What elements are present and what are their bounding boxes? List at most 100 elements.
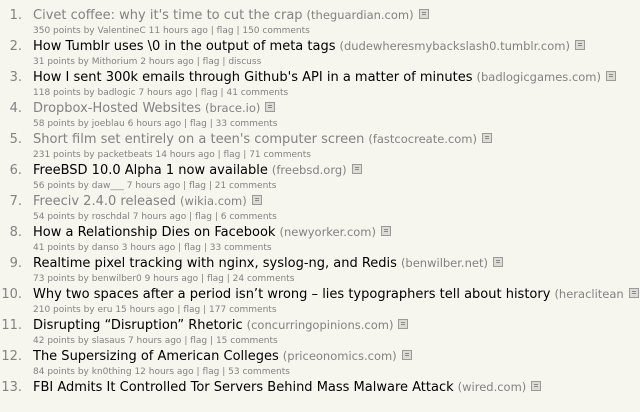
story-title-link[interactable]: How I sent 300k emails through Github's … [33, 70, 473, 85]
external-link-icon[interactable] [381, 226, 391, 236]
story-by-label: by [83, 26, 95, 36]
story-subtext: 350 points by ValentineC 11 hours ago | … [33, 26, 310, 36]
story-title-line: How a Relationship Dies on Facebook (newy… [33, 225, 391, 240]
story-title-link[interactable]: Dropbox-Hosted Websites [33, 101, 201, 116]
story-title-link[interactable]: FreeBSD 10.0 Alpha 1 now available [33, 163, 268, 178]
story-domain: (newyorker.com) [279, 225, 376, 239]
story-row: 1. Civet coffee: why it's time to cut th… [0, 8, 640, 40]
external-link-icon[interactable] [531, 381, 542, 391]
story-rank: 4. [9, 101, 22, 116]
story-by-label: by [77, 181, 89, 191]
story-subtext: 56 points by daw___ 7 hours ago | flag |… [33, 181, 277, 191]
story-user-link[interactable]: joeblau [92, 119, 125, 129]
story-title-link[interactable]: FBI Admits It Controlled Tor Servers Beh… [33, 380, 454, 395]
story-points: 41 points [33, 243, 75, 253]
story-comments-link[interactable]: 21 comments [215, 181, 277, 191]
story-title-link[interactable]: Why two spaces after a period isn’t wron… [33, 287, 550, 302]
story-comments-link[interactable]: 33 comments [210, 243, 272, 253]
story-user-link[interactable]: Mithorium [92, 57, 138, 67]
story-comments-link[interactable]: 177 comments [209, 305, 277, 315]
story-user-link[interactable]: benwilber0 [92, 274, 142, 284]
story-title-link[interactable]: How a Relationship Dies on Facebook [33, 225, 275, 240]
story-title-link[interactable]: The Supersizing of American Colleges [33, 349, 279, 364]
story-user-link[interactable]: kn0thing [92, 367, 132, 377]
story-flag-link[interactable]: flag [207, 274, 224, 284]
story-row: 10. Why two spaces after a period isn’t … [0, 287, 640, 319]
story-flag-link[interactable]: flag [190, 336, 207, 346]
story-user-link[interactable]: packetbeats [97, 150, 152, 160]
external-link-icon[interactable] [351, 164, 362, 174]
external-link-icon[interactable] [574, 40, 585, 50]
story-flag-link[interactable]: flag [201, 88, 218, 98]
story-title-link[interactable]: Freeciv 2.4.0 released [33, 194, 176, 209]
story-age-link[interactable]: 7 hours ago [138, 88, 192, 98]
story-comments-link[interactable]: discuss [228, 57, 261, 67]
story-flag-link[interactable]: flag [217, 26, 234, 36]
story-domain: (wired.com) [457, 380, 527, 394]
story-flag-link[interactable]: flag [184, 243, 201, 253]
story-rank: 12. [1, 349, 22, 364]
story-comments-link[interactable]: 71 comments [249, 150, 311, 160]
story-user-link[interactable]: danso [92, 243, 119, 253]
external-link-icon[interactable] [251, 195, 262, 205]
story-row: 6. FreeBSD 10.0 Alpha 1 now available (fr… [0, 163, 640, 195]
story-user-link[interactable]: eru [97, 305, 112, 315]
story-title-link[interactable]: Disrupting “Disruption” Rhetoric [33, 318, 243, 333]
story-flag-link[interactable]: flag [224, 150, 241, 160]
story-age-link[interactable]: 6 hours ago [128, 119, 182, 129]
external-link-icon[interactable] [401, 350, 412, 360]
story-row: 11. Disrupting “Disruption” Rhetoric (con… [0, 318, 640, 350]
story-age-link[interactable]: 7 hours ago [128, 336, 182, 346]
story-age-link[interactable]: 2 hours ago [140, 57, 194, 67]
story-flag-link[interactable]: flag [190, 119, 207, 129]
separator: | [220, 88, 224, 98]
story-age-link[interactable]: 15 hours ago [115, 305, 174, 315]
story-subtext: 41 points by danso 3 hours ago | flag | … [33, 243, 272, 253]
story-comments-link[interactable]: 41 comments [226, 88, 288, 98]
story-subtext: 73 points by benwilber0 9 hours ago | fl… [33, 274, 294, 284]
story-comments-link[interactable]: 24 comments [233, 274, 295, 284]
story-points: 84 points [33, 367, 75, 377]
story-flag-link[interactable]: flag [202, 367, 219, 377]
story-user-link[interactable]: ValentineC [97, 26, 145, 36]
story-title-link[interactable]: Realtime pixel tracking with nginx, sysl… [33, 256, 397, 271]
story-age-link[interactable]: 11 hours ago [149, 26, 208, 36]
story-subtext: 118 points by badlogic 7 hours ago | fla… [33, 88, 288, 98]
story-comments-link[interactable]: 150 comments [242, 26, 310, 36]
separator: | [222, 367, 226, 377]
story-user-link[interactable]: slasaus [92, 336, 125, 346]
external-link-icon[interactable] [265, 102, 276, 112]
story-title-link[interactable]: How Tumblr uses \0 in the output of meta… [33, 39, 335, 54]
story-comments-link[interactable]: 33 comments [216, 119, 278, 129]
external-link-icon[interactable] [482, 133, 492, 143]
story-age-link[interactable]: 9 hours ago [145, 274, 199, 284]
story-rank: 7. [9, 194, 22, 209]
story-subtext: 58 points by joeblau 6 hours ago | flag … [33, 119, 277, 129]
story-user-link[interactable]: badlogic [97, 88, 135, 98]
story-title-link[interactable]: Civet coffee: why it's time to cut the c… [33, 8, 303, 23]
story-domain: (brace.io) [205, 101, 261, 115]
story-age-link[interactable]: 12 hours ago [134, 367, 193, 377]
external-link-icon[interactable] [492, 257, 503, 267]
story-flag-link[interactable]: flag [195, 212, 212, 222]
story-user-link[interactable]: roschdal [92, 212, 130, 222]
separator: | [203, 243, 207, 253]
external-link-icon[interactable] [606, 71, 617, 81]
story-comments-link[interactable]: 6 comments [221, 212, 277, 222]
story-age-link[interactable]: 7 hours ago [133, 212, 187, 222]
story-title-link[interactable]: Short film set entirely on a teen's comp… [33, 132, 364, 147]
story-age-link[interactable]: 14 hours ago [155, 150, 214, 160]
story-age-link[interactable]: 7 hours ago [127, 181, 181, 191]
story-flag-link[interactable]: flag [183, 305, 200, 315]
story-domain: (freebsd.org) [271, 163, 347, 177]
story-comments-link[interactable]: 53 comments [228, 367, 290, 377]
story-age-link[interactable]: 3 hours ago [122, 243, 176, 253]
external-link-icon[interactable] [418, 9, 429, 19]
external-link-icon[interactable] [628, 288, 639, 298]
story-flag-link[interactable]: flag [189, 181, 206, 191]
story-user-link[interactable]: daw___ [92, 181, 124, 191]
external-link-icon[interactable] [398, 319, 409, 329]
story-flag-link[interactable]: flag [203, 57, 220, 67]
story-by-label: by [77, 274, 89, 284]
story-comments-link[interactable]: 15 comments [216, 336, 278, 346]
